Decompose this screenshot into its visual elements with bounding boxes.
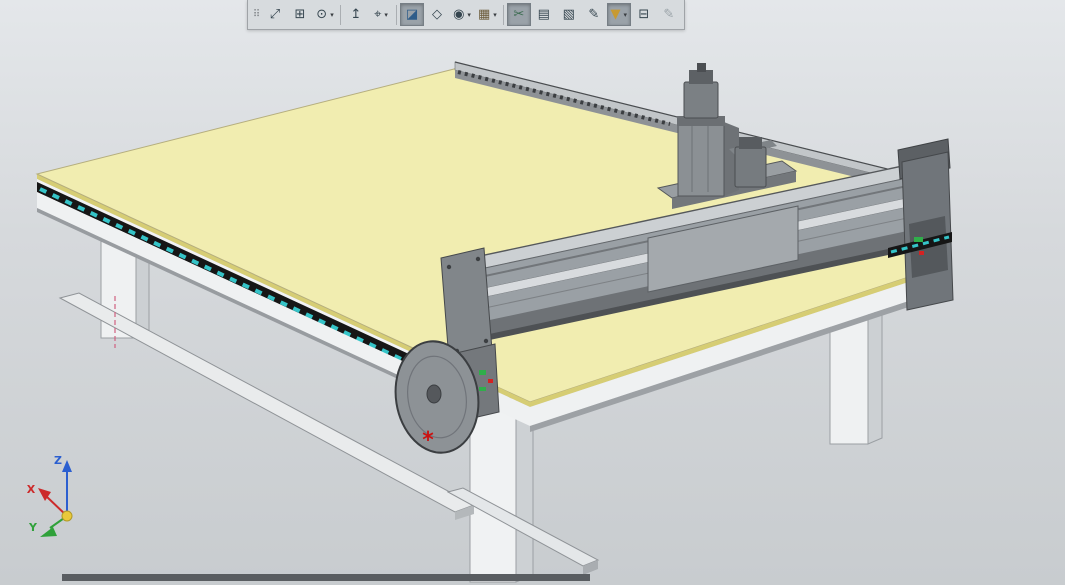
toolbar-grip-icon: ⠿	[252, 8, 261, 20]
triad-origin-ball[interactable]	[61, 510, 73, 522]
apply-scene-button[interactable]: ▦ ▾	[475, 3, 500, 26]
toolbar-grip[interactable]: ⠿	[251, 3, 262, 26]
annotations-button[interactable]: ▤	[532, 3, 556, 26]
wireframe-display-icon: ◇	[432, 7, 442, 22]
view-orientation-icon: ⌖	[374, 7, 382, 22]
selection-filter-button[interactable]: ▼ ▾	[606, 3, 631, 26]
front-leg[interactable]	[469, 397, 534, 583]
orientation-triad[interactable]: Z X Y	[27, 454, 73, 537]
annotations-icon: ▤	[537, 7, 550, 22]
heads-up-toolbar: ⠿ ⤢ ⊞ ⊙ ▾ ↥ ⌖ ▾ ◪ ◇ ◉ ▾ ▦ ▾ ✂ ▤ ▧ ✎ ▼ ▾ ⊟ ✎	[247, 0, 685, 30]
apply-scene-icon: ▦	[478, 7, 491, 22]
dropdown-arrow-icon[interactable]: ▾	[330, 11, 334, 19]
zoom-to-fit-button[interactable]: ⤢	[263, 3, 287, 26]
model-viewport[interactable]: * Z X Y	[0, 0, 1065, 585]
zoom-to-area-button[interactable]: ⊞	[288, 3, 312, 26]
section-view-button[interactable]: ✂	[506, 3, 531, 26]
left-green-indicator	[479, 370, 486, 375]
y-axis-label: Y	[28, 521, 38, 534]
z-motor-nub	[697, 63, 706, 72]
dropdown-arrow-icon[interactable]: ▾	[624, 11, 628, 19]
dropdown-arrow-icon[interactable]: ▾	[467, 11, 471, 19]
dropdown-arrow-icon[interactable]: ▾	[384, 11, 388, 19]
previous-view-button[interactable]: ↥	[344, 3, 368, 26]
spindle-motor-body[interactable]	[734, 146, 767, 188]
z-axis-label: Z	[54, 454, 62, 467]
section-view-icon: ✂	[513, 7, 525, 22]
front-leg-front-face[interactable]	[469, 397, 517, 583]
toolbar-separator	[340, 4, 341, 25]
previous-view-icon: ↥	[350, 7, 362, 22]
right-leg-side-face[interactable]	[867, 309, 883, 445]
right-green-indicator	[914, 237, 923, 242]
spindle-motor-cap[interactable]	[739, 137, 762, 149]
x-axis-label: X	[27, 483, 36, 496]
edit-sketch-button[interactable]: ✎	[657, 3, 681, 26]
bolt	[483, 338, 489, 344]
view-orientation-button[interactable]: ⌖ ▾	[369, 3, 393, 26]
left-green-indicator-2	[479, 387, 486, 391]
zoom-to-area-icon: ⊞	[294, 7, 306, 22]
zoom-to-fit-icon: ⤢	[269, 7, 281, 22]
gantry-left-end-plate[interactable]	[440, 247, 493, 361]
bolt	[475, 256, 481, 262]
edit-sketch-icon: ✎	[663, 7, 675, 22]
magnify-button[interactable]: ⊙ ▾	[313, 3, 337, 26]
origin-marker: *	[422, 428, 434, 453]
z-motor-body[interactable]	[683, 81, 719, 119]
markup-button[interactable]: ▧	[557, 3, 581, 26]
dropdown-arrow-icon[interactable]: ▾	[493, 11, 497, 19]
display-style-button[interactable]: ◪	[400, 3, 424, 26]
right-red-indicator	[919, 251, 924, 255]
hide-show-items-icon: ◉	[453, 7, 465, 22]
z-axis-arrowhead[interactable]	[62, 460, 72, 472]
z-motor-cap[interactable]	[689, 70, 713, 84]
magnify-icon: ⊙	[316, 7, 328, 22]
comments-button[interactable]: ✎	[582, 3, 606, 26]
bolt	[446, 264, 452, 270]
wireframe-display-button[interactable]: ◇	[425, 3, 449, 26]
evaluate-button[interactable]: ⊟	[632, 3, 656, 26]
hide-show-items-button[interactable]: ◉ ▾	[450, 3, 474, 26]
base-front-bar[interactable]	[62, 574, 590, 581]
toolbar-separator	[502, 4, 504, 25]
left-red-indicator	[488, 379, 493, 383]
markup-icon: ▧	[562, 7, 575, 22]
wheel-hub[interactable]	[426, 384, 442, 404]
selection-filter-icon: ▼	[610, 7, 621, 22]
z-column-front[interactable]	[677, 121, 725, 197]
cad-viewport-window: ⠿ ⤢ ⊞ ⊙ ▾ ↥ ⌖ ▾ ◪ ◇ ◉ ▾ ▦ ▾ ✂ ▤ ▧ ✎ ▼ ▾ ⊟ ✎	[0, 0, 1065, 585]
y-axis-arrowhead[interactable]	[40, 527, 57, 537]
comments-icon: ✎	[588, 7, 600, 22]
display-style-icon: ◪	[405, 7, 419, 22]
evaluate-icon: ⊟	[638, 7, 650, 22]
toolbar-separator	[396, 4, 397, 25]
